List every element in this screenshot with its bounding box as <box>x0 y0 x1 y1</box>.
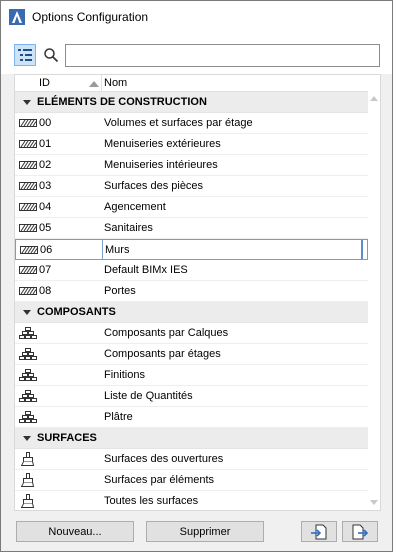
item-name: Menuiseries extérieures <box>104 138 221 150</box>
item-name: Volumes et surfaces par étage <box>104 117 253 129</box>
item-name: Plâtre <box>104 411 133 423</box>
list-item[interactable]: 03 Surfaces des pièces <box>15 176 368 197</box>
archicad-logo-icon <box>9 8 25 25</box>
hatch-icon <box>19 179 37 193</box>
delete-button[interactable]: Supprimer <box>146 521 264 542</box>
collapse-chevron-icon[interactable] <box>23 310 31 315</box>
item-name: Composants par Calques <box>104 327 229 339</box>
column-header-id[interactable]: ID <box>39 77 50 89</box>
vertical-scrollbar[interactable] <box>368 92 380 510</box>
list-item[interactable]: 01 Menuiseries extérieures <box>15 134 368 155</box>
paint-brush-icon <box>19 473 37 487</box>
list-item[interactable]: Liste de Quantités <box>15 386 368 407</box>
list-item[interactable]: Finitions <box>15 365 368 386</box>
list-item[interactable]: Plâtre <box>15 407 368 428</box>
item-name: Portes <box>104 285 136 297</box>
item-name: Composants par étages <box>104 348 221 360</box>
hatch-icon <box>20 243 38 257</box>
item-id: 00 <box>39 117 52 129</box>
item-name: Agencement <box>104 201 166 213</box>
item-id: 02 <box>39 159 52 171</box>
list-item[interactable]: 05 Sanitaires <box>15 218 368 239</box>
group-label: SURFACES <box>37 432 97 444</box>
component-stack-icon <box>19 410 37 424</box>
item-id: 08 <box>39 285 52 297</box>
configuration-list[interactable]: ID Nom ELÉMENTS DE CONSTRUCTION 00 Volumes… <box>14 74 381 511</box>
scroll-down-icon[interactable] <box>370 500 378 505</box>
item-name: Surfaces par éléments <box>104 474 215 486</box>
item-id: 05 <box>39 222 52 234</box>
item-id: 04 <box>39 201 52 213</box>
group-header[interactable]: ELÉMENTS DE CONSTRUCTION <box>15 92 368 113</box>
new-button[interactable]: Nouveau... <box>16 521 134 542</box>
tree-view-button[interactable] <box>14 44 36 66</box>
sort-ascending-icon <box>89 81 99 87</box>
hatch-icon <box>19 263 37 277</box>
search-input[interactable] <box>65 44 380 67</box>
list-item[interactable]: 06 Murs <box>15 239 368 260</box>
item-id: 01 <box>39 138 52 150</box>
item-name: Menuiseries intérieures <box>104 159 218 171</box>
item-id: 07 <box>39 264 52 276</box>
hatch-icon <box>19 200 37 214</box>
item-name: Surfaces des ouvertures <box>104 453 224 465</box>
component-stack-icon <box>19 389 37 403</box>
footer-bar: Nouveau... Supprimer <box>1 512 392 551</box>
list-header: ID Nom <box>15 75 368 92</box>
list-item[interactable]: Surfaces par éléments <box>15 470 368 491</box>
component-stack-icon <box>19 347 37 361</box>
hatch-icon <box>19 158 37 172</box>
export-icon <box>352 524 369 539</box>
import-icon <box>311 524 327 539</box>
group-label: COMPOSANTS <box>37 306 116 318</box>
item-name: Finitions <box>104 369 145 381</box>
collapse-chevron-icon[interactable] <box>23 436 31 441</box>
list-item[interactable]: 07 Default BIMx IES <box>15 260 368 281</box>
list-item[interactable]: Surfaces des ouvertures <box>15 449 368 470</box>
options-configuration-window: Options Configuration ID Nom ELÉMENTS DE… <box>0 0 393 552</box>
export-button[interactable] <box>342 521 378 542</box>
scroll-up-icon[interactable] <box>370 96 378 101</box>
hatch-icon <box>19 137 37 151</box>
list-item[interactable]: Toutes les surfaces <box>15 491 368 510</box>
list-item[interactable]: 00 Volumes et surfaces par étage <box>15 113 368 134</box>
list-rows: ELÉMENTS DE CONSTRUCTION 00 Volumes et sur… <box>15 92 368 510</box>
component-stack-icon <box>19 326 37 340</box>
hatch-icon <box>19 284 37 298</box>
list-item[interactable]: 08 Portes <box>15 281 368 302</box>
list-item[interactable]: 04 Agencement <box>15 197 368 218</box>
hatch-icon <box>19 116 37 130</box>
window-title: Options Configuration <box>32 9 149 24</box>
group-header[interactable]: SURFACES <box>15 428 368 449</box>
item-name: Default BIMx IES <box>104 264 188 276</box>
import-button[interactable] <box>301 521 337 542</box>
list-item[interactable]: Composants par Calques <box>15 323 368 344</box>
item-name: Sanitaires <box>104 222 153 234</box>
paint-brush-icon <box>19 494 37 508</box>
column-divider[interactable] <box>101 75 102 92</box>
toolbar <box>1 32 392 74</box>
component-stack-icon <box>19 368 37 382</box>
search-icon <box>44 48 59 63</box>
list-item[interactable]: Composants par étages <box>15 344 368 365</box>
item-id: 03 <box>39 180 52 192</box>
group-label: ELÉMENTS DE CONSTRUCTION <box>37 96 207 108</box>
hatch-icon <box>19 221 37 235</box>
column-header-nom[interactable]: Nom <box>104 77 127 89</box>
tree-view-icon <box>18 49 32 61</box>
item-id: 06 <box>40 244 53 256</box>
item-name: Surfaces des pièces <box>104 180 204 192</box>
title-bar: Options Configuration <box>1 1 392 32</box>
list-item[interactable]: 02 Menuiseries intérieures <box>15 155 368 176</box>
collapse-chevron-icon[interactable] <box>23 100 31 105</box>
name-edit-field[interactable] <box>102 240 363 259</box>
item-name: Murs <box>105 244 130 256</box>
paint-brush-icon <box>19 452 37 466</box>
group-header[interactable]: COMPOSANTS <box>15 302 368 323</box>
item-name: Toutes les surfaces <box>104 495 199 507</box>
item-name: Liste de Quantités <box>104 390 193 402</box>
